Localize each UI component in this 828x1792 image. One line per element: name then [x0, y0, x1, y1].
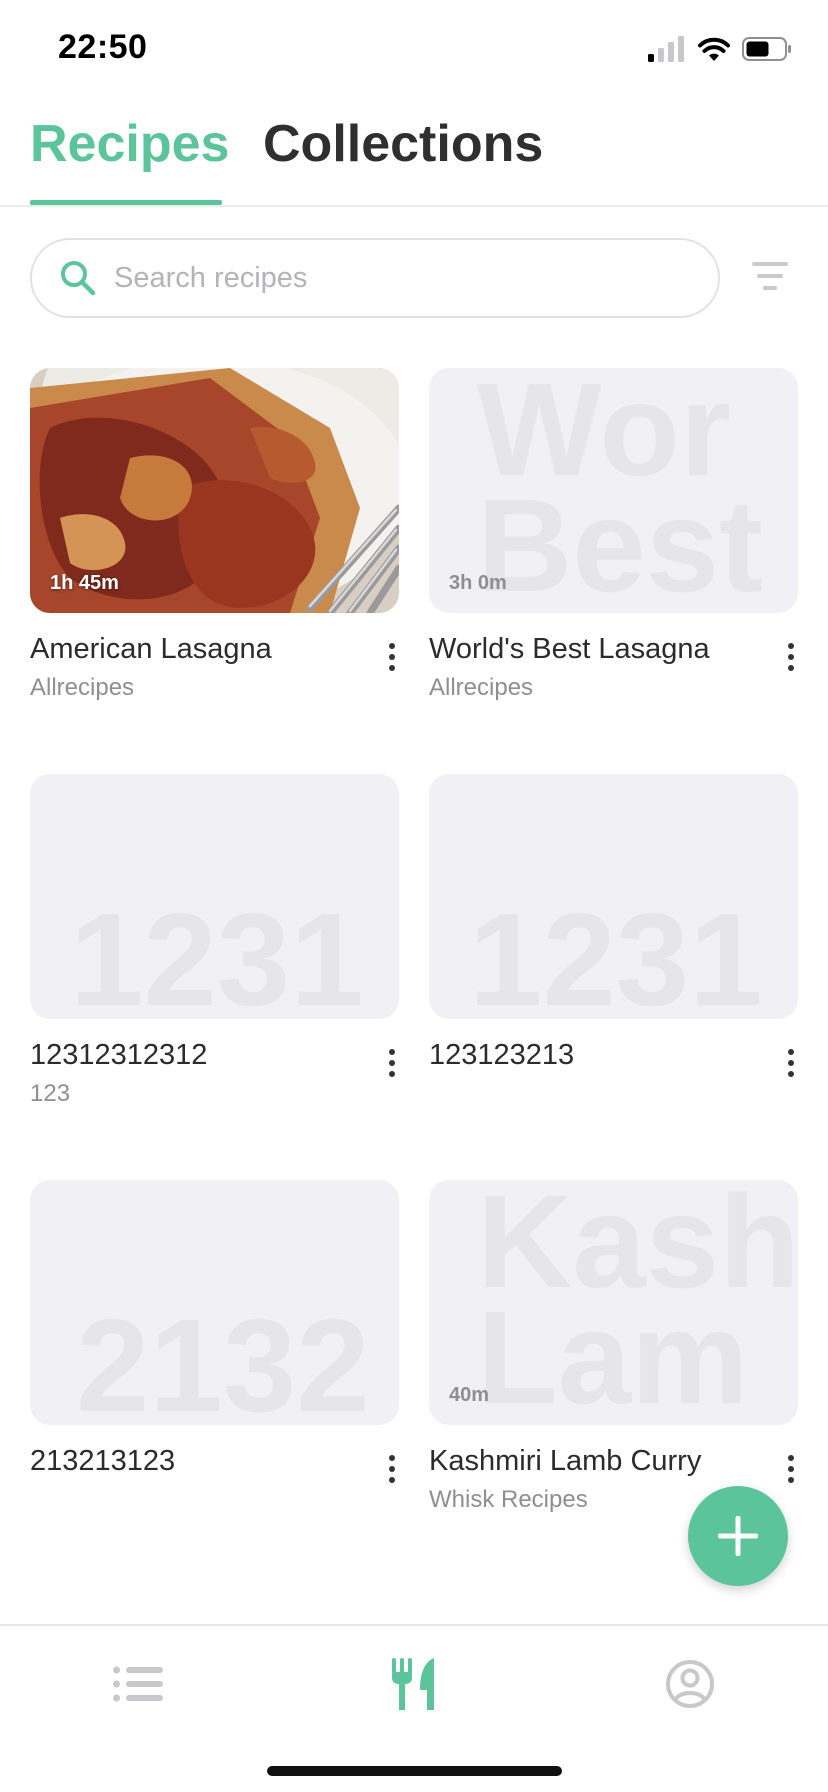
- home-indicator: [267, 1766, 562, 1776]
- recipe-source: Allrecipes: [429, 674, 534, 701]
- recipe-title[interactable]: Kashmiri Lamb Curry: [429, 1445, 799, 1478]
- tab-recipes[interactable]: Recipes: [30, 114, 229, 174]
- placeholder-watermark: 1231: [70, 886, 364, 1019]
- search-bar[interactable]: [30, 238, 720, 318]
- filter-icon-line: [763, 286, 777, 290]
- recipe-title[interactable]: World's Best Lasagna: [429, 633, 799, 666]
- recipe-title[interactable]: 123123213: [429, 1039, 799, 1072]
- more-options-button[interactable]: [781, 640, 801, 674]
- cook-time-badge: 40m: [449, 1384, 490, 1406]
- utensils-icon: [392, 1658, 434, 1710]
- recipe-source: Allrecipes: [30, 674, 135, 701]
- recipe-title[interactable]: American Lasagna: [30, 633, 400, 666]
- recipe-card[interactable]: 1231 12312312312 123: [30, 774, 400, 1108]
- filter-icon-line: [752, 262, 788, 266]
- status-icons: [648, 36, 792, 62]
- signal-icon: [648, 36, 684, 62]
- status-bar: 22:50: [0, 0, 828, 100]
- active-tab-indicator: [30, 200, 222, 205]
- recipe-source: 123: [30, 1080, 71, 1107]
- placeholder-watermark: Kash Lam: [477, 1180, 798, 1425]
- status-time: 22:50: [58, 28, 148, 66]
- tab-collections[interactable]: Collections: [263, 114, 543, 174]
- wifi-icon: [698, 37, 730, 61]
- more-options-button[interactable]: [781, 1452, 801, 1486]
- recipe-card[interactable]: Wor Best 3h 0m World's Best Lasagna Allr…: [429, 368, 799, 702]
- filter-button[interactable]: [752, 258, 788, 298]
- recipe-card[interactable]: 1h 45m American Lasagna Allrecipes: [30, 368, 400, 702]
- nav-item-recipes[interactable]: [374, 1652, 454, 1716]
- more-options-button[interactable]: [382, 640, 402, 674]
- search-input[interactable]: [114, 261, 674, 295]
- more-options-button[interactable]: [382, 1452, 402, 1486]
- recipe-title[interactable]: 213213123: [30, 1445, 400, 1478]
- recipe-placeholder: 1231: [429, 774, 798, 1019]
- profile-icon: [666, 1660, 714, 1708]
- battery-icon: [742, 37, 791, 61]
- recipe-card[interactable]: 1231 123123213: [429, 774, 799, 1080]
- placeholder-watermark: 2132: [76, 1292, 370, 1425]
- tab-bar: Recipes Collections: [0, 100, 828, 207]
- recipe-card[interactable]: Kash Lam 40m Kashmiri Lamb Curry Whisk R…: [429, 1180, 799, 1514]
- plus-icon: [718, 1516, 758, 1556]
- recipe-card[interactable]: 2132 213213123: [30, 1180, 400, 1486]
- add-recipe-button[interactable]: [688, 1486, 788, 1586]
- recipe-title[interactable]: 12312312312: [30, 1039, 400, 1072]
- recipe-placeholder: 1231: [30, 774, 399, 1019]
- placeholder-watermark: Wor Best: [477, 368, 764, 613]
- nav-item-list[interactable]: [98, 1652, 178, 1716]
- nav-item-profile[interactable]: [650, 1652, 730, 1716]
- more-options-button[interactable]: [781, 1046, 801, 1080]
- filter-icon-line: [757, 274, 783, 278]
- cook-time-badge: 3h 0m: [449, 572, 507, 594]
- placeholder-watermark: 1231: [469, 886, 763, 1019]
- cook-time-badge: 1h 45m: [50, 572, 119, 594]
- search-icon: [61, 261, 96, 296]
- list-icon: [113, 1666, 163, 1702]
- recipe-placeholder: Kash Lam 40m: [429, 1180, 798, 1425]
- recipe-placeholder: Wor Best 3h 0m: [429, 368, 798, 613]
- recipe-photo: 1h 45m: [30, 368, 399, 613]
- recipe-placeholder: 2132: [30, 1180, 399, 1425]
- more-options-button[interactable]: [382, 1046, 402, 1080]
